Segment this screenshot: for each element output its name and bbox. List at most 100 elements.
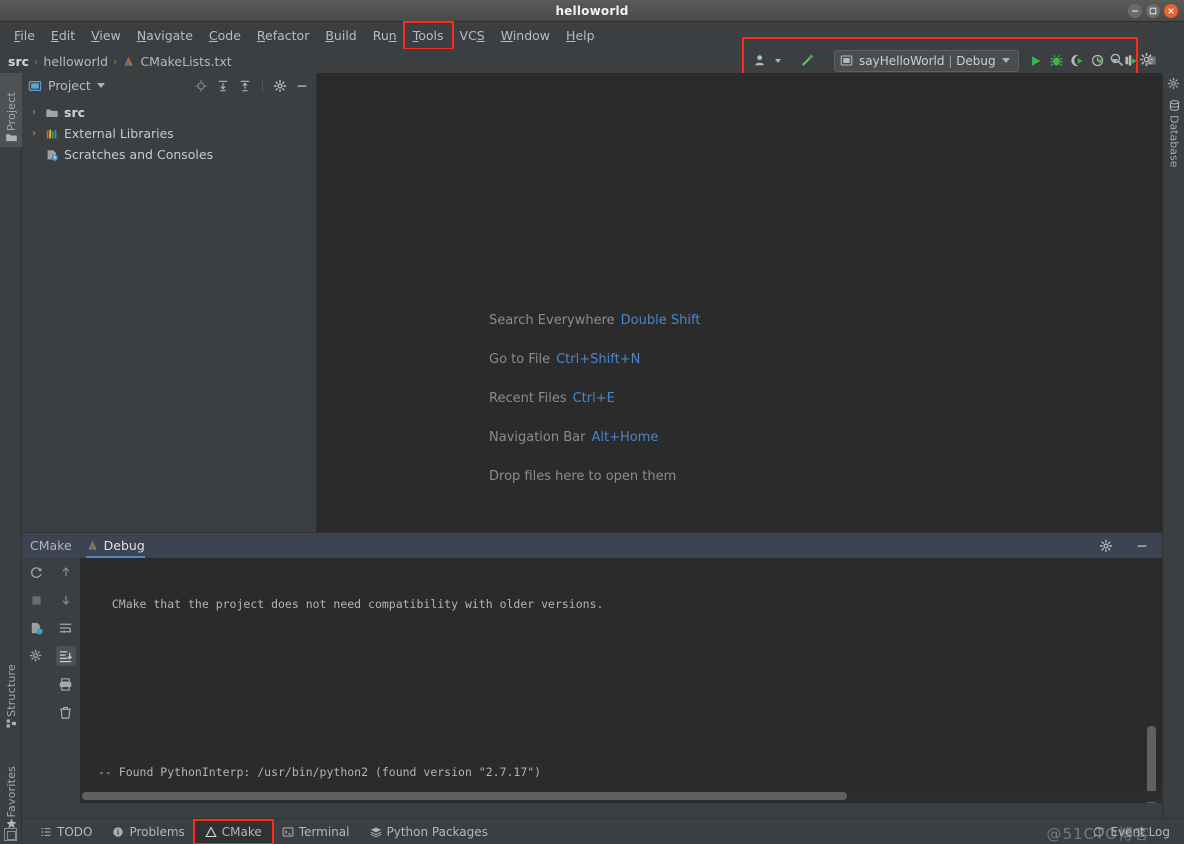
toolwindow-tab-cmake[interactable]: CMake [192,818,274,844]
tree-node-src[interactable]: › src [22,102,316,123]
print-icon[interactable] [56,674,76,694]
sidebar-label-project: Project [4,91,18,131]
cmake-tab-debug[interactable]: Debug [86,533,145,558]
toolwindow-tab-label: CMake [221,824,262,839]
hide-icon[interactable] [1134,538,1150,554]
user-icon[interactable] [754,51,769,71]
menu-item-file[interactable]: File [6,25,43,46]
menu-item-refactor[interactable]: Refactor [249,25,317,46]
tip-action: Drop files here to open them [489,469,677,484]
console-toolbar [22,558,80,803]
tool-window-bar: TODO Problems CMake Terminal Python Pack… [22,818,1184,844]
gear-icon[interactable] [272,78,288,94]
console-horizontal-scrollbar-thumb[interactable] [82,792,847,800]
sidebar-item-structure[interactable]: Structure [0,643,22,733]
run-config-caret-icon[interactable] [1001,58,1010,63]
search-icon[interactable] [1106,49,1126,69]
tree-node-external-libraries[interactable]: › External Libraries [22,123,316,144]
sidebar-item-favorites[interactable]: Favorites [0,738,22,833]
project-panel-caret-icon[interactable] [96,83,105,88]
folder-icon [45,106,59,120]
menu-item-tools[interactable]: Tools [402,21,454,50]
debug-button[interactable] [1049,51,1064,71]
run-with-coverage-button[interactable] [1070,51,1085,71]
menu-item-view[interactable]: View [83,25,129,46]
tip-drop-files: Drop files here to open them [489,469,700,484]
sidebar-item-project[interactable]: Project [0,73,22,147]
window-title: helloworld [555,3,629,18]
menu-item-help[interactable]: Help [558,25,603,46]
tree-node-scratches-and-consoles[interactable]: Scratches and Consoles [22,144,316,165]
scroll-to-end-icon[interactable] [55,646,76,666]
problems-icon [112,826,124,838]
run-configuration-selector[interactable]: sayHelloWorld | Debug [834,49,1019,72]
menu-item-window[interactable]: Window [493,25,558,46]
profile-button[interactable] [1091,51,1106,71]
scroll-up-icon[interactable] [56,562,76,582]
run-button[interactable] [1029,51,1043,71]
run-config-icon [840,54,853,67]
scratches-icon [45,148,59,162]
trash-icon[interactable] [56,702,76,722]
libraries-icon [45,127,59,141]
cmake-console-output[interactable]: CMake that the project does not need com… [80,558,1162,803]
console-toolbar-col-right [51,558,80,803]
right-strip-gear[interactable] [1163,73,1184,90]
menu-item-build[interactable]: Build [317,25,364,46]
toolbar-right-icons [1106,49,1156,69]
breadcrumb-item-src[interactable]: src [8,54,29,69]
menu-item-navigate[interactable]: Navigate [129,25,201,46]
toolwindow-tab-label: Python Packages [386,824,488,839]
sidebar-item-database[interactable]: Database [1163,99,1184,194]
locate-icon[interactable] [193,78,209,94]
user-dropdown-caret-icon[interactable] [775,58,781,63]
project-panel-title: Project [48,78,91,93]
scroll-down-icon[interactable] [56,590,76,610]
tip-action: Navigation Bar [489,430,586,445]
tip-action: Recent Files [489,391,567,406]
toolwindow-tab-problems[interactable]: Problems [102,822,194,842]
layout-corner-icon[interactable] [4,828,17,841]
minimize-button[interactable] [1128,4,1142,18]
tip-navigation-bar: Navigation Bar Alt+Home [489,430,700,445]
maximize-button[interactable] [1146,4,1160,18]
editor-empty-area[interactable]: Search Everywhere Double Shift Go to File… [317,73,1162,532]
tip-search-everywhere: Search Everywhere Double Shift [489,313,700,328]
cmake-settings-icon[interactable] [27,618,47,638]
console-line: CMake that the project does not need com… [98,597,604,612]
breadcrumb-item-helloworld[interactable]: helloworld [43,54,108,69]
right-tool-strip: Database [1162,73,1184,844]
cmake-tab-label: Debug [103,538,145,553]
menu-item-code[interactable]: Code [201,25,249,46]
chevron-right-icon[interactable]: › [28,107,40,118]
menu-item-edit[interactable]: Edit [43,25,83,46]
expand-all-icon[interactable] [215,78,231,94]
console-lines: CMake that the project does not need com… [80,558,1162,803]
build-hammer-icon[interactable] [799,51,816,71]
breadcrumb-separator: › [113,54,118,68]
breadcrumb-separator: › [34,54,39,68]
close-button[interactable] [1164,4,1178,18]
toolwindow-tab-python-packages[interactable]: Python Packages [360,822,498,842]
chevron-right-icon[interactable]: › [28,128,40,139]
hide-icon[interactable] [294,78,310,94]
event-log-button[interactable]: Event Log [1093,825,1184,839]
tip-key: Alt+Home [591,430,659,445]
tip-key: Ctrl+E [572,391,615,406]
gear-icon[interactable] [1098,538,1114,554]
toolwindow-tab-terminal[interactable]: Terminal [272,822,360,842]
gear-icon[interactable] [1136,49,1156,69]
soft-wrap-icon[interactable] [56,618,76,638]
sidebar-label-favorites: Favorites [4,765,18,818]
packages-icon [370,826,382,838]
menu-item-run[interactable]: Run [365,25,405,46]
collapse-all-icon[interactable] [237,78,253,94]
refresh-icon[interactable] [27,562,47,582]
tree-label: Scratches and Consoles [64,147,214,162]
settings-icon[interactable] [27,646,47,666]
project-panel-title-group[interactable]: Project [28,78,105,93]
menu-item-vcs[interactable]: VCS [452,25,493,46]
cmake-tab-cmake[interactable]: CMake [30,533,72,558]
breadcrumb-item-cmakelists[interactable]: CMakeLists.txt [122,54,232,69]
toolwindow-tab-todo[interactable]: TODO [30,822,102,842]
